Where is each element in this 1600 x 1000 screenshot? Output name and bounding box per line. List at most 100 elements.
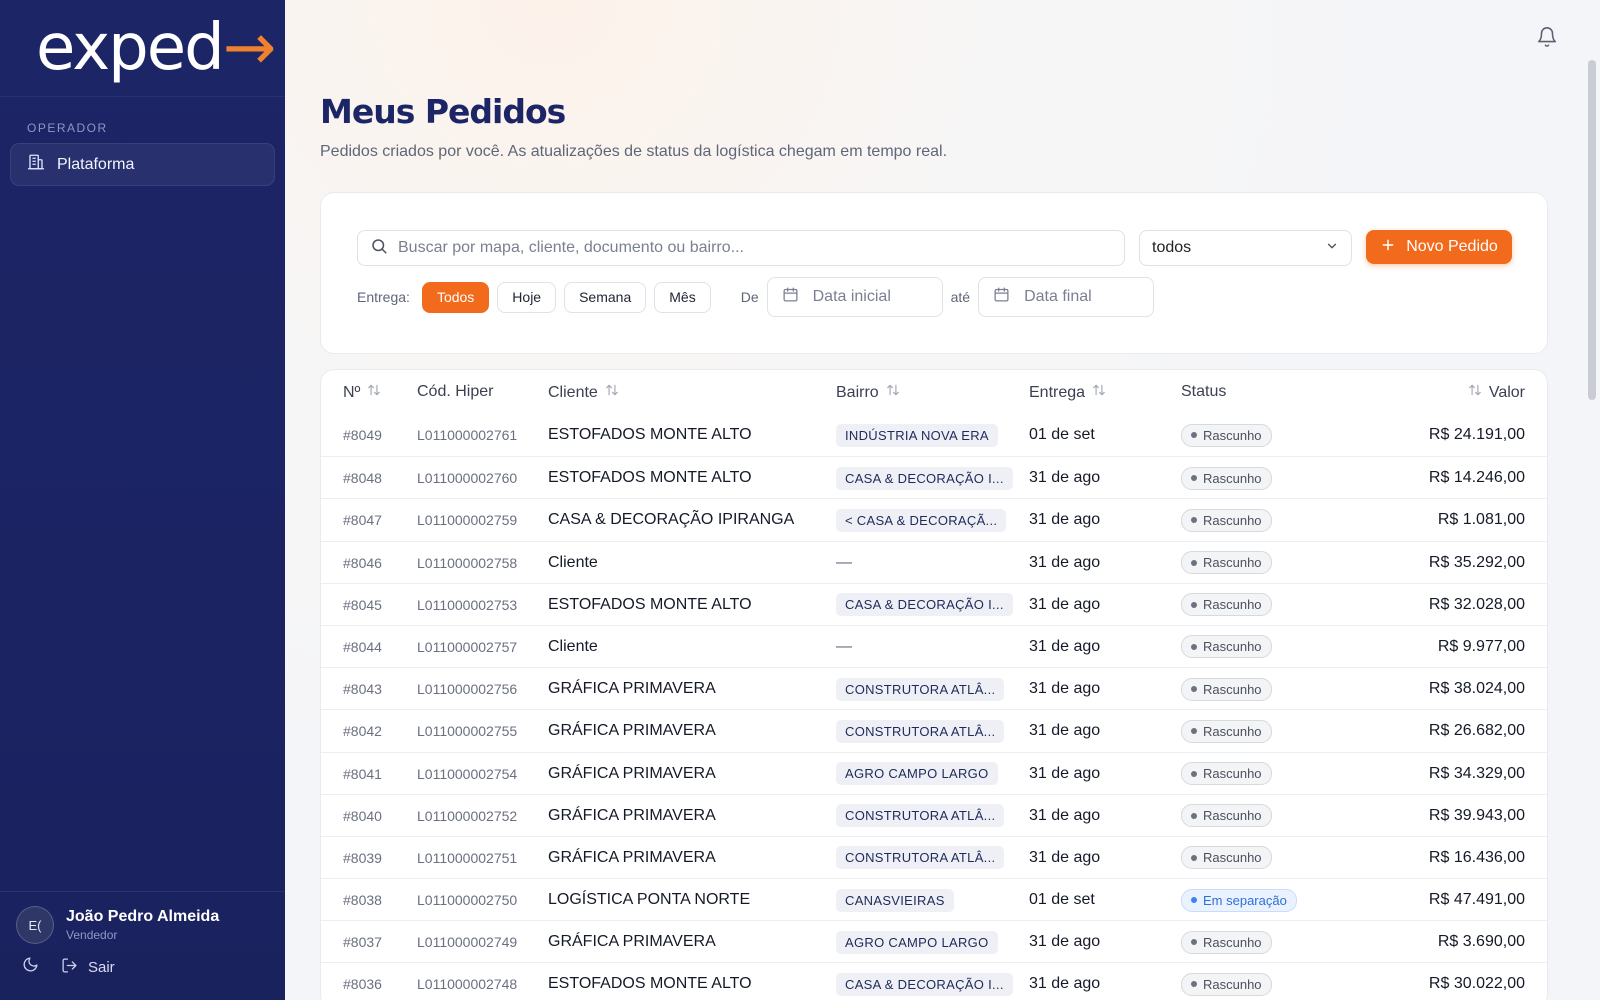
- col-status-label: Status: [1181, 383, 1227, 400]
- logo[interactable]: exped→: [0, 0, 285, 97]
- col-cliente[interactable]: Cliente: [548, 383, 619, 402]
- ate-label: até: [950, 289, 971, 305]
- table-row[interactable]: #8040 L011000002752 GRÁFICA PRIMAVERA CONST…: [321, 793, 1547, 837]
- order-number: #8042: [343, 723, 382, 740]
- bairro-tag: CONSTRUTORA ATLÂ...: [836, 846, 1005, 870]
- order-number: #8040: [343, 807, 382, 824]
- col-bairro[interactable]: Bairro: [836, 383, 900, 402]
- bairro-cell: CONSTRUTORA ATLÂ...: [836, 837, 1005, 879]
- status-dot: [1191, 812, 1197, 819]
- order-number: #8048: [343, 470, 382, 487]
- status-select-value: todos: [1152, 239, 1192, 256]
- status-label: Rascunho: [1203, 512, 1262, 528]
- order-number: #8047: [343, 512, 382, 529]
- bell-icon[interactable]: [1536, 26, 1558, 53]
- hiper-code: L011000002755: [417, 723, 518, 740]
- status-cell: Rascunho: [1181, 963, 1272, 1000]
- logout-icon: [61, 957, 78, 978]
- search-input[interactable]: [398, 239, 1098, 257]
- table-row[interactable]: #8046 L011000002758 Cliente — 31 de ago Rascu…: [321, 540, 1547, 584]
- logout-button[interactable]: Sair: [61, 957, 115, 978]
- pill-todos[interactable]: Todos: [421, 281, 490, 313]
- page-title: Meus Pedidos: [320, 92, 566, 131]
- delivery-date: 31 de ago: [1029, 722, 1101, 740]
- table-row[interactable]: #8044 L011000002757 Cliente — 31 de ago Rascu…: [321, 624, 1547, 667]
- table-row[interactable]: #8039 L011000002751 GRÁFICA PRIMAVERA CONST…: [321, 835, 1547, 879]
- moon-icon[interactable]: [22, 956, 39, 978]
- bairro-tag: CASA & DECORAÇÃO I...: [836, 593, 1013, 617]
- status-label: Rascunho: [1203, 427, 1262, 443]
- bairro-tag: CONSTRUTORA ATLÂ...: [836, 719, 1005, 743]
- client-name: GRÁFICA PRIMAVERA: [548, 764, 716, 782]
- page-scrollbar[interactable]: [1588, 60, 1596, 400]
- table-row[interactable]: #8043 L011000002756 GRÁFICA PRIMAVERA CONST…: [321, 667, 1547, 709]
- sidebar-footer: E( João Pedro Almeida Vendedor Sair: [0, 891, 285, 1000]
- status-select[interactable]: todos: [1139, 230, 1352, 266]
- user-name: João Pedro Almeida: [66, 908, 220, 925]
- order-number: #8041: [343, 765, 382, 782]
- status-badge: Rascunho: [1181, 762, 1272, 785]
- pill-semana[interactable]: Semana: [564, 281, 647, 313]
- table-row[interactable]: #8047 L011000002759 CASA & DECORAÇÃO IPIRA…: [321, 498, 1547, 540]
- col-entrega[interactable]: Entrega: [1029, 383, 1106, 402]
- table-row[interactable]: #8048 L011000002760 ESTOFADOS MONTE ALTO CA…: [321, 456, 1547, 498]
- page-subtitle: Pedidos criados por você. As atualizaçõe…: [320, 143, 948, 160]
- sidebar-item-label: Plataforma: [57, 155, 135, 173]
- status-badge: Rascunho: [1181, 466, 1272, 490]
- delivery-date: 31 de ago: [1029, 806, 1101, 824]
- bairro-cell: —: [836, 542, 852, 584]
- date-end-field[interactable]: Data final: [978, 277, 1155, 317]
- bairro-cell: < CASA & DECORAÇÃ...: [836, 499, 1007, 541]
- new-order-button[interactable]: Novo Pedido: [1366, 230, 1512, 264]
- status-label: Rascunho: [1203, 766, 1262, 781]
- pill-mes[interactable]: Mês: [654, 281, 711, 313]
- status-badge: Rascunho: [1181, 593, 1272, 617]
- orders-table: Nº Cód. Hiper Cliente Bairro Entrega Sta…: [320, 369, 1548, 1000]
- table-row[interactable]: #8037 L011000002749 GRÁFICA PRIMAVERA AGRO …: [321, 920, 1547, 962]
- client-name: GRÁFICA PRIMAVERA: [548, 680, 716, 698]
- col-num[interactable]: Nº: [343, 383, 381, 402]
- status-badge: Rascunho: [1181, 846, 1272, 870]
- status-cell: Rascunho: [1181, 795, 1272, 837]
- col-valor[interactable]: Valor: [1468, 383, 1525, 402]
- order-number: #8045: [343, 596, 382, 613]
- order-number: #8038: [343, 892, 382, 909]
- bairro-cell: CASA & DECORAÇÃO I...: [836, 457, 1013, 499]
- status-cell: Rascunho: [1181, 668, 1272, 710]
- table-row[interactable]: #8041 L011000002754 GRÁFICA PRIMAVERA AGRO …: [321, 751, 1547, 794]
- date-start-placeholder: Data inicial: [812, 288, 891, 305]
- order-number: #8049: [343, 427, 382, 443]
- table-row[interactable]: #8045 L011000002753 ESTOFADOS MONTE ALTO CA…: [321, 582, 1547, 625]
- hiper-code: L011000002758: [417, 554, 518, 571]
- status-dot: [1191, 686, 1197, 693]
- status-label: Rascunho: [1203, 808, 1262, 824]
- order-value: R$ 38.024,00: [1428, 680, 1525, 698]
- order-value: R$ 26.682,00: [1428, 722, 1525, 740]
- table-row[interactable]: #8038 L011000002750 LOGÍSTICA PONTA NORTE C…: [321, 878, 1547, 920]
- table-row[interactable]: #8036 L011000002748 ESTOFADOS MONTE ALTO CA…: [321, 962, 1547, 1000]
- table-row[interactable]: #8042 L011000002755 GRÁFICA PRIMAVERA CONST…: [321, 709, 1547, 751]
- status-cell: Rascunho: [1181, 710, 1272, 752]
- order-number: #8043: [343, 681, 382, 698]
- sort-icon: [886, 383, 900, 402]
- order-value: R$ 39.943,00: [1428, 806, 1525, 824]
- table-body: #8049 L011000002761 ESTOFADOS MONTE ALTO IN…: [321, 414, 1547, 1000]
- pill-hoje[interactable]: Hoje: [497, 281, 557, 313]
- main-content: Meus Pedidos Pedidos criados por você. A…: [285, 0, 1600, 1000]
- entrega-label: Entrega:: [357, 289, 410, 305]
- bairro-tag: CASA & DECORAÇÃO I...: [836, 972, 1013, 996]
- sort-icon: [605, 383, 619, 402]
- table-row[interactable]: #8049 L011000002761 ESTOFADOS MONTE ALTO IN…: [321, 414, 1547, 456]
- user-profile[interactable]: E( João Pedro Almeida Vendedor: [16, 906, 269, 944]
- status-cell: Rascunho: [1181, 457, 1272, 499]
- sidebar-item-plataforma[interactable]: Plataforma: [10, 143, 275, 186]
- delivery-date: 31 de ago: [1029, 848, 1101, 866]
- status-dot: [1191, 770, 1197, 777]
- search-box[interactable]: [357, 230, 1125, 266]
- order-value: R$ 30.022,00: [1428, 975, 1525, 993]
- status-badge: Rascunho: [1181, 972, 1272, 996]
- status-label: Rascunho: [1203, 681, 1262, 697]
- status-dot: [1191, 854, 1197, 861]
- order-value: R$ 1.081,00: [1437, 511, 1525, 529]
- date-start-field[interactable]: Data inicial: [766, 277, 943, 317]
